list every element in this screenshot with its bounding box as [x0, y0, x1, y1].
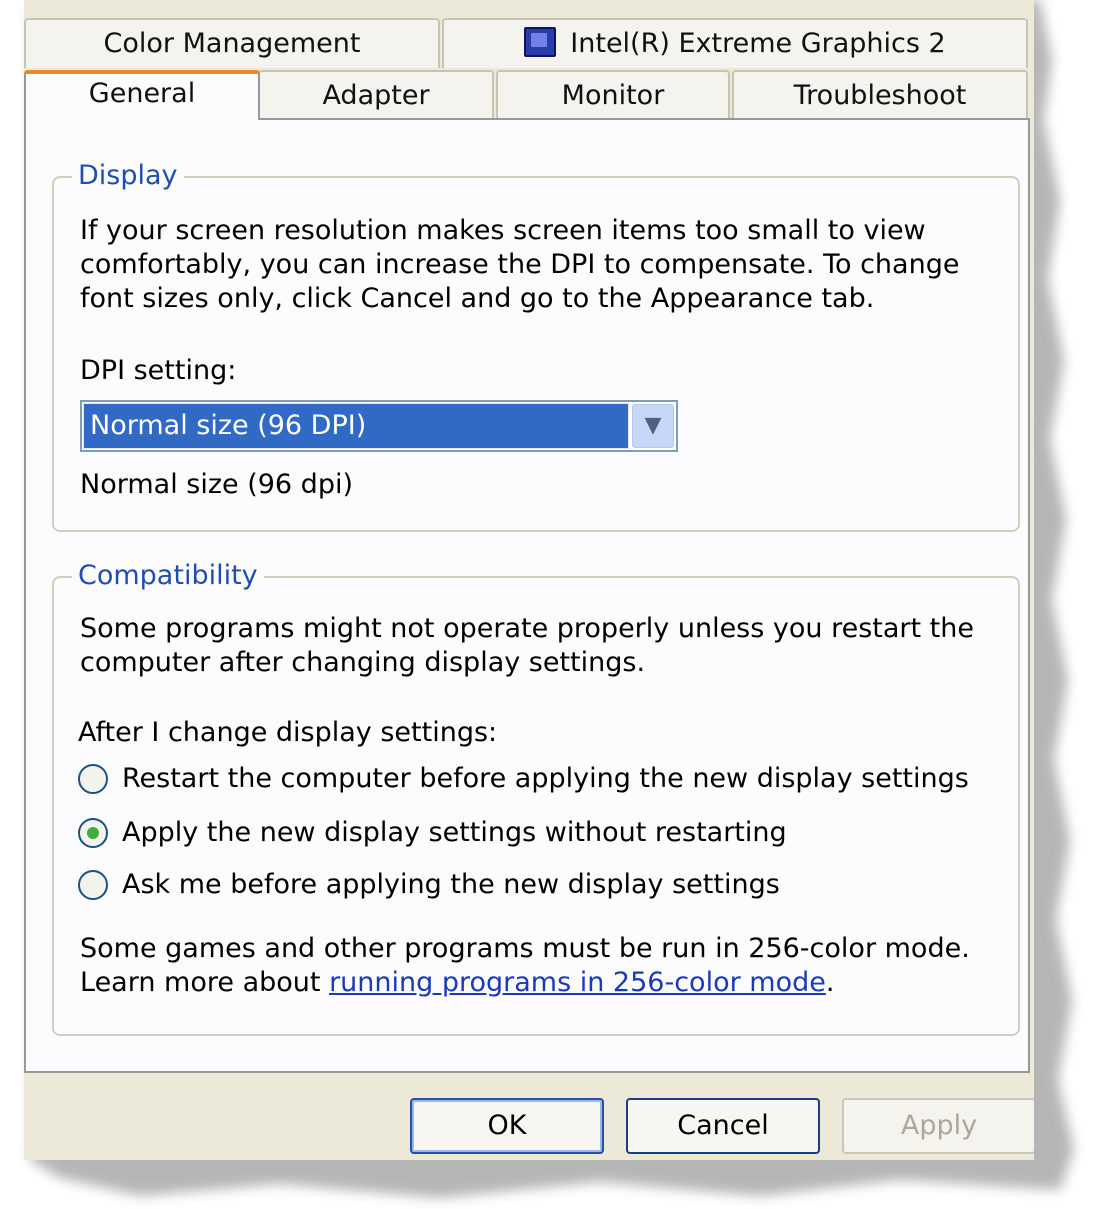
display-group-legend: Display — [72, 158, 184, 194]
tab-monitor[interactable]: Monitor — [496, 70, 730, 120]
compatibility-description-line: computer after changing display settings… — [80, 647, 646, 678]
display-group: Display If your screen resolution makes … — [52, 158, 1020, 532]
after-change-label: After I change display settings: — [78, 717, 498, 748]
tab-intel-graphics-label: Intel(R) Extreme Graphics 2 — [570, 28, 946, 59]
general-tab-page: Display If your screen resolution makes … — [24, 118, 1030, 1073]
radio-button[interactable] — [78, 764, 108, 794]
tab-troubleshoot-label: Troubleshoot — [793, 80, 967, 111]
display-description-line: comfortably, you can increase the DPI to… — [80, 249, 960, 280]
radio-label: Restart the computer before applying the… — [122, 763, 969, 794]
tab-general[interactable]: General — [24, 70, 260, 120]
display-description-line: font sizes only, click Cancel and go to … — [80, 283, 875, 314]
display-properties-dialog: Color Management Intel(R) Extreme Graphi… — [24, 0, 1034, 1160]
tab-color-management-label: Color Management — [103, 28, 361, 59]
radio-label: Apply the new display settings without r… — [122, 817, 787, 848]
games-256-color-text: Some games and other programs must be ru… — [80, 933, 970, 964]
running-256-color-link[interactable]: running programs in 256-color mode — [329, 967, 826, 998]
dpi-setting-label: DPI setting: — [80, 355, 237, 386]
learn-more-suffix: . — [825, 967, 835, 998]
dpi-selected-value: Normal size (96 DPI) — [83, 403, 629, 449]
dpi-note: Normal size (96 dpi) — [80, 469, 353, 500]
compatibility-group: Compatibility Some programs might not op… — [52, 558, 1020, 1036]
intel-graphics-icon — [524, 26, 557, 57]
cancel-button[interactable]: Cancel — [626, 1098, 820, 1154]
display-description-line: If your screen resolution makes screen i… — [80, 215, 926, 246]
learn-more-prefix: Learn more about — [80, 967, 330, 998]
learn-more-line: Learn more about running programs in 256… — [80, 966, 834, 1000]
tab-adapter[interactable]: Adapter — [258, 70, 494, 120]
radio-button[interactable] — [78, 870, 108, 900]
radio-button[interactable] — [78, 818, 108, 848]
dpi-setting-select[interactable]: Normal size (96 DPI) ▼ — [80, 400, 678, 452]
tab-troubleshoot[interactable]: Troubleshoot — [732, 70, 1028, 120]
radio-label: Ask me before applying the new display s… — [122, 869, 780, 900]
tab-general-label: General — [88, 78, 196, 109]
tab-intel-graphics[interactable]: Intel(R) Extreme Graphics 2 — [442, 18, 1028, 68]
tab-adapter-label: Adapter — [322, 80, 430, 111]
compatibility-group-legend: Compatibility — [72, 558, 264, 594]
tab-color-management[interactable]: Color Management — [24, 18, 440, 68]
apply-button[interactable]: Apply — [842, 1098, 1034, 1154]
ok-button[interactable]: OK — [410, 1098, 604, 1154]
compatibility-description-line: Some programs might not operate properly… — [80, 613, 974, 644]
tab-monitor-label: Monitor — [561, 80, 665, 111]
chevron-down-icon[interactable]: ▼ — [632, 404, 674, 448]
